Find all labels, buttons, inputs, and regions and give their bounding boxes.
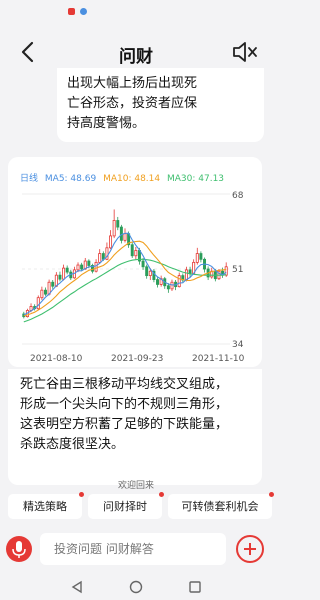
answer-bubble-intro: 出现大幅上扬后出现死 亡谷形态，投资者应保 持高度警惕。: [57, 68, 264, 142]
candle-body: [62, 267, 66, 280]
candle-body: [195, 253, 199, 263]
candle-body: [58, 274, 62, 280]
answer-text-line: 持高度警惕。: [67, 116, 146, 131]
mute-button[interactable]: [230, 38, 260, 66]
candle-body: [141, 260, 145, 268]
candle-body: [36, 297, 40, 310]
candle-body: [134, 250, 138, 257]
notification-icon: [68, 8, 75, 15]
unread-dot: [159, 492, 164, 497]
kline-chart-card[interactable]: 日线 MA5: 48.69 MA10: 48.14 MA30: 47.13 68…: [8, 157, 262, 367]
candle-body: [188, 269, 192, 274]
voice-button[interactable]: [6, 536, 32, 562]
kline-chart: 68 51 34 2021-08-10 2021-09-23 2021-11-1…: [22, 191, 245, 364]
candle-body: [76, 264, 80, 271]
microphone-icon: [12, 541, 26, 558]
plus-icon: [244, 543, 256, 555]
chip-convertible-bond[interactable]: 可转债套利机会: [168, 492, 274, 519]
chip-label: 问财择时: [103, 500, 147, 513]
candle-body: [156, 279, 160, 285]
input-bar: 投资问题 问财解答: [0, 528, 272, 574]
candle-body: [80, 264, 84, 270]
candle-body: [170, 281, 174, 290]
candle-body: [177, 275, 181, 288]
speaker-mute-icon: [233, 42, 257, 62]
chip-timing[interactable]: 问财择时: [88, 492, 164, 519]
chip-label: 精选策略: [23, 500, 67, 513]
question-input[interactable]: 投资问题 问财解答: [40, 533, 226, 565]
candle-body: [166, 285, 170, 290]
answer-text-line: 亡谷形态，投资者应保: [67, 96, 198, 111]
candle-body: [119, 226, 123, 241]
answer-text-line: 这表明空方积蓄了足够的下跌能量，: [20, 417, 229, 432]
candle-body: [145, 266, 149, 277]
candle-body: [116, 220, 120, 228]
candle-body: [94, 261, 98, 272]
app-dot-icon: [80, 8, 87, 15]
chip-featured-strategy[interactable]: 精选策略: [8, 492, 84, 519]
candle-body: [65, 267, 69, 273]
candle-body: [224, 266, 228, 276]
nav-back-icon[interactable]: [70, 580, 84, 594]
unread-dot: [269, 492, 274, 497]
answer-text-line: 死亡谷由三根移动平均线交叉组成，: [20, 377, 229, 392]
x-tick-label: 2021-08-10: [30, 354, 83, 364]
answer-text-line: 形成一个尖头向下的不规则三角形，: [20, 397, 229, 412]
nav-home-icon[interactable]: [129, 580, 143, 594]
candle-body: [44, 289, 47, 295]
candle-body: [148, 270, 152, 277]
candle-body: [109, 235, 113, 249]
answer-bubble-description: 死亡谷由三根移动平均线交叉组成， 形成一个尖头向下的不规则三角形， 这表明空方积…: [8, 369, 262, 485]
x-tick-label: 2021-11-10: [192, 354, 245, 364]
status-bar: [0, 0, 272, 24]
candle-body: [87, 260, 91, 266]
nav-recents-icon[interactable]: [188, 580, 202, 594]
answer-text-line: 杀跌态度很坚决。: [20, 437, 125, 452]
candle-body: [98, 253, 102, 263]
candle-body: [123, 233, 127, 241]
y-tick-label: 51: [232, 265, 243, 275]
candle-body: [199, 253, 203, 260]
add-button[interactable]: [236, 535, 264, 563]
candle-body: [130, 244, 134, 257]
answer-text-line: 出现大幅上扬后出现死: [67, 76, 198, 91]
candle-body: [40, 289, 44, 299]
y-tick-label: 34: [232, 340, 244, 350]
candle-body: [51, 281, 55, 287]
chip-label: 可转债套利机会: [181, 500, 259, 513]
candle-body: [112, 220, 116, 237]
y-tick-label: 68: [232, 191, 244, 201]
unread-dot: [79, 492, 84, 497]
x-tick-label: 2021-09-23: [111, 354, 163, 364]
ma10-line: [23, 240, 227, 317]
system-nav-bar: [0, 574, 272, 600]
welcome-text: 欢迎回来: [117, 481, 154, 491]
